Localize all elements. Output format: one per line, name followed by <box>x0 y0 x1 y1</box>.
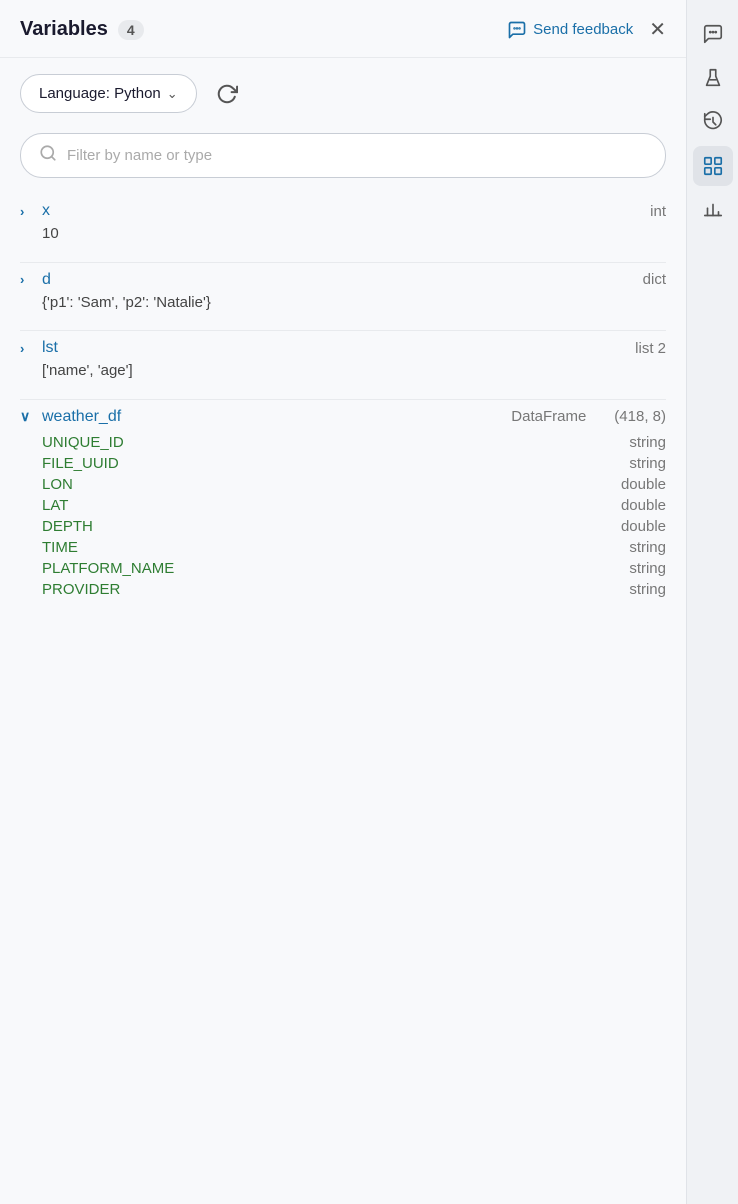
df-col-row: UNIQUE_ID string <box>42 432 666 453</box>
language-dropdown[interactable]: Language: Python ⌄ <box>20 74 197 113</box>
divider-2 <box>20 330 666 331</box>
search-box[interactable]: Filter by name or type <box>20 133 666 178</box>
chart-icon <box>702 199 724 221</box>
chat-icon <box>702 23 724 45</box>
right-sidebar <box>686 0 738 1204</box>
divider-3 <box>20 399 666 400</box>
flask-icon <box>702 67 724 89</box>
variable-name-lst: lst <box>42 339 58 357</box>
variable-type-d: dict <box>643 271 666 288</box>
variable-name-d: d <box>42 271 51 289</box>
df-col-row: DEPTH double <box>42 516 666 537</box>
expand-chevron-d[interactable]: › <box>20 272 34 287</box>
sidebar-icon-flask[interactable] <box>693 58 733 98</box>
chevron-down-icon: ⌄ <box>167 86 178 102</box>
variable-value-lst: ['name', 'age'] <box>20 360 666 383</box>
divider-1 <box>20 262 666 263</box>
panel-title: Variables <box>20 18 108 41</box>
variable-type-weather-df: DataFrame <box>511 408 586 425</box>
sidebar-icon-history[interactable] <box>693 102 733 142</box>
variables-list: › x int 10 › d dict {'p1': 'Sam', 'p2': … <box>0 194 686 624</box>
variable-value-d: {'p1': 'Sam', 'p2': 'Natalie'} <box>20 292 666 315</box>
panel-header: Variables 4 Send feedback ✕ <box>0 0 686 58</box>
variable-name-x: x <box>42 202 50 220</box>
refresh-button[interactable] <box>209 76 245 112</box>
history-icon <box>702 111 724 133</box>
sidebar-icon-variables[interactable] <box>693 146 733 186</box>
variable-entry-weather-df: ∨ weather_df DataFrame (418, 8) UNIQUE_I… <box>20 408 666 600</box>
df-col-row: FILE_UUID string <box>42 453 666 474</box>
search-placeholder: Filter by name or type <box>67 147 212 164</box>
variable-count-badge: 4 <box>118 20 144 40</box>
variable-entry-d: › d dict {'p1': 'Sam', 'p2': 'Natalie'} <box>20 271 666 315</box>
dataframe-columns: UNIQUE_ID string FILE_UUID string LON do… <box>20 432 666 600</box>
df-col-row: TIME string <box>42 537 666 558</box>
expand-chevron-weather-df[interactable]: ∨ <box>20 408 34 425</box>
search-icon <box>39 144 57 167</box>
send-feedback-button[interactable]: Send feedback <box>507 20 633 40</box>
variable-name-weather-df: weather_df <box>42 408 121 426</box>
variables-icon <box>702 155 724 177</box>
expand-chevron-lst[interactable]: › <box>20 341 34 356</box>
df-col-row: LON double <box>42 474 666 495</box>
expand-chevron-x[interactable]: › <box>20 204 34 219</box>
variable-value-x: 10 <box>20 223 666 246</box>
controls-bar: Language: Python ⌄ <box>0 58 686 121</box>
sidebar-icon-chart[interactable] <box>693 190 733 230</box>
df-col-row: LAT double <box>42 495 666 516</box>
close-button[interactable]: ✕ <box>649 20 666 40</box>
variable-entry-lst: › lst list 2 ['name', 'age'] <box>20 339 666 383</box>
feedback-icon <box>507 20 527 40</box>
df-col-row: PLATFORM_NAME string <box>42 558 666 579</box>
search-area: Filter by name or type <box>0 121 686 194</box>
sidebar-icon-chat[interactable] <box>693 14 733 54</box>
variable-type-x: int <box>650 203 666 220</box>
variable-type-lst: list 2 <box>635 340 666 357</box>
refresh-icon <box>216 83 238 105</box>
df-col-row: PROVIDER string <box>42 579 666 600</box>
variable-shape-weather-df: (418, 8) <box>614 408 666 425</box>
variable-entry-x: › x int 10 <box>20 202 666 246</box>
